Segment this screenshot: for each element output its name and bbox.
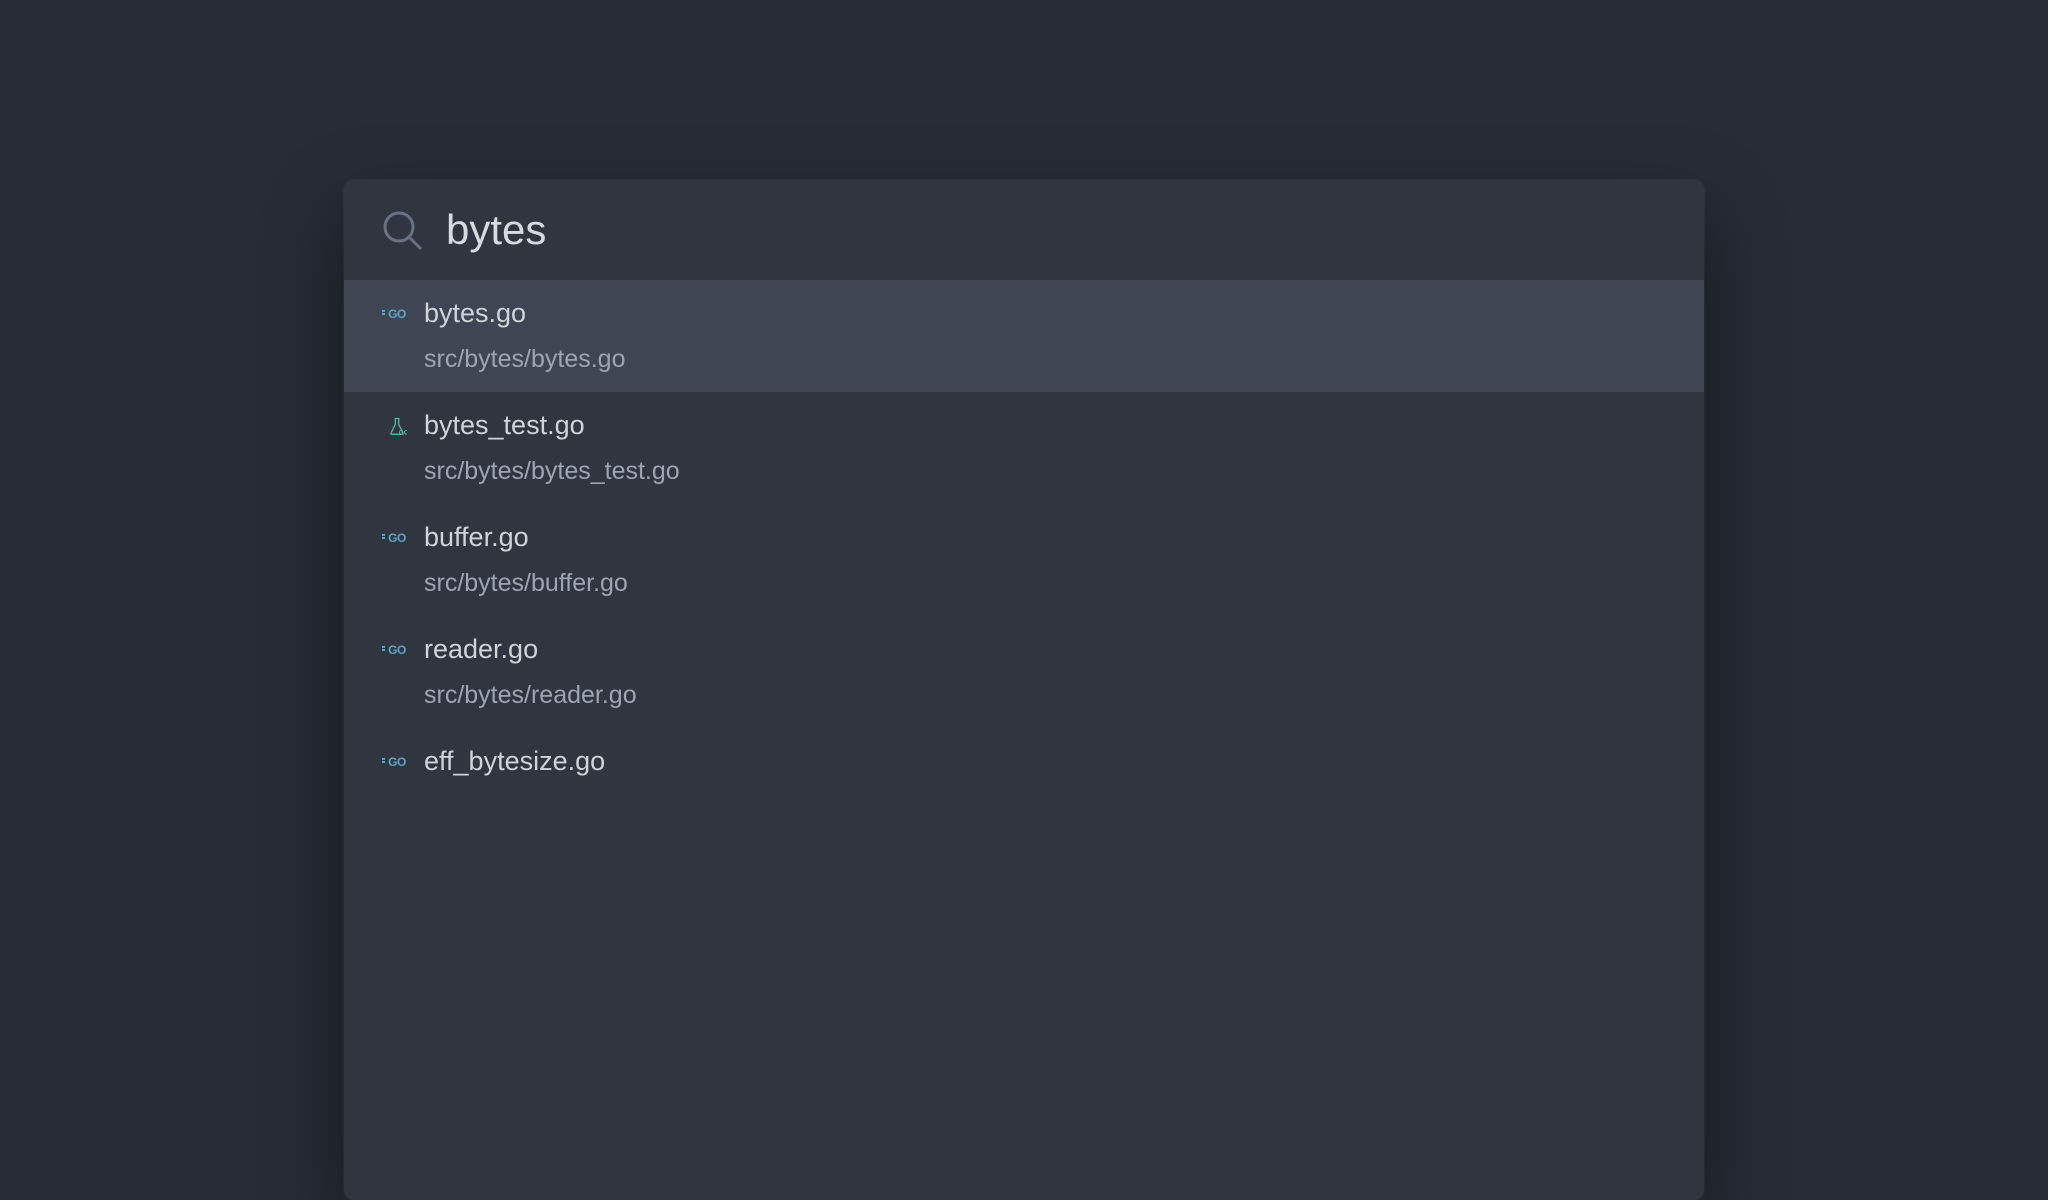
result-name: bytes.go (424, 298, 526, 329)
result-item[interactable]: GO bytes_test.go src/bytes/bytes_test.go (344, 392, 1704, 504)
result-path: src/bytes/buffer.go (424, 569, 1668, 598)
result-item[interactable]: GO eff_bytesize.go (344, 728, 1704, 799)
result-title-row: GO bytes.go (380, 298, 1668, 329)
go-file-icon: GO (388, 307, 406, 321)
result-item[interactable]: GO reader.go src/bytes/reader.go (344, 616, 1704, 728)
file-icon: GO (380, 531, 414, 545)
result-title-row: GO eff_bytesize.go (380, 746, 1668, 777)
flask-test-icon: GO (387, 416, 407, 436)
result-path: src/bytes/reader.go (424, 681, 1668, 710)
search-row (344, 180, 1704, 280)
go-file-icon: GO (388, 755, 406, 769)
search-icon (380, 208, 424, 252)
search-input[interactable] (446, 206, 1668, 254)
result-name: bytes_test.go (424, 410, 585, 441)
file-icon: GO (380, 307, 414, 321)
result-title-row: GO bytes_test.go (380, 410, 1668, 441)
go-file-icon: GO (388, 531, 406, 545)
result-path: src/bytes/bytes.go (424, 345, 1668, 374)
result-path: src/bytes/bytes_test.go (424, 457, 1668, 486)
result-title-row: GO buffer.go (380, 522, 1668, 553)
go-file-icon: GO (388, 643, 406, 657)
file-icon: GO (380, 416, 414, 436)
result-name: buffer.go (424, 522, 529, 553)
result-name: eff_bytesize.go (424, 746, 605, 777)
file-icon: GO (380, 643, 414, 657)
results-list: GO bytes.go src/bytes/bytes.go GO bytes_test… (344, 280, 1704, 799)
result-name: reader.go (424, 634, 538, 665)
svg-text:GO: GO (399, 429, 407, 436)
result-item[interactable]: GO buffer.go src/bytes/buffer.go (344, 504, 1704, 616)
command-palette: GO bytes.go src/bytes/bytes.go GO bytes_test… (344, 180, 1704, 1200)
file-icon: GO (380, 755, 414, 769)
result-title-row: GO reader.go (380, 634, 1668, 665)
result-item[interactable]: GO bytes.go src/bytes/bytes.go (344, 280, 1704, 392)
